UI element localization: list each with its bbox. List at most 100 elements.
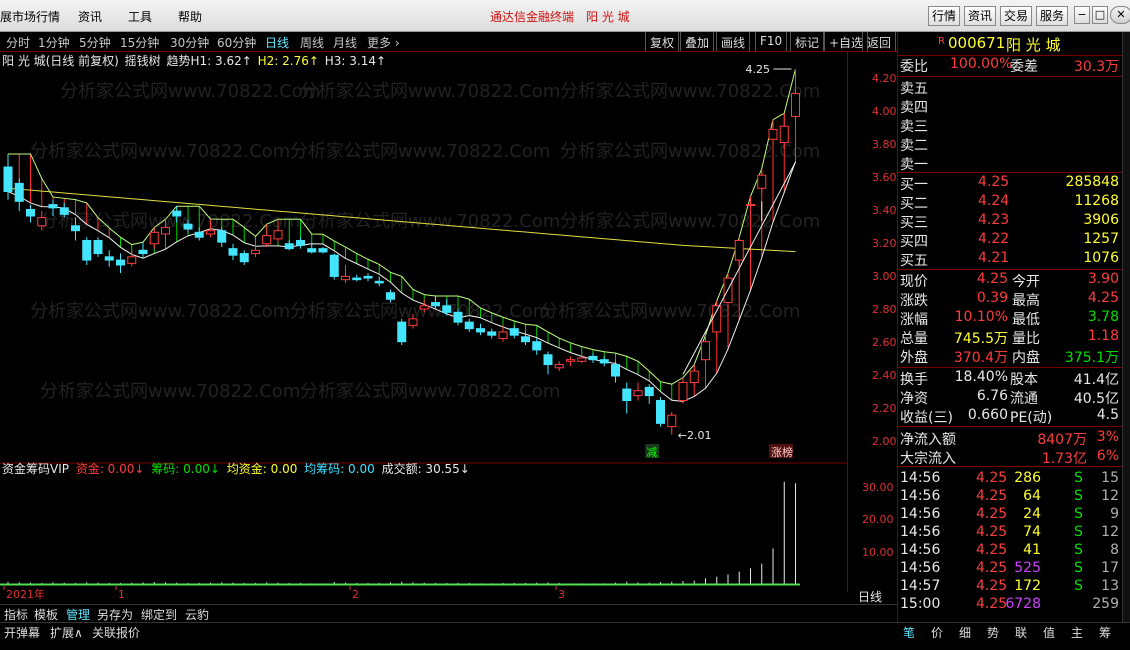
bid-row[interactable]: 买二 4.24 11268 — [898, 193, 1123, 212]
tick-time: 14:56 — [900, 470, 941, 486]
quote-label: 涨跌 — [900, 293, 928, 309]
period-tab-60min[interactable]: 60分钟 — [217, 34, 256, 51]
minimize-button[interactable]: − — [1074, 6, 1090, 24]
period-tab-1min[interactable]: 1分钟 — [38, 34, 70, 51]
finance-row[interactable]: 收益(三) 0.660 PE(动) 4.5 — [898, 407, 1123, 426]
tab-template[interactable]: 模板 — [34, 606, 58, 623]
panel-scrollbar[interactable] — [1122, 32, 1130, 622]
period-tab-more[interactable]: 更多 › — [367, 34, 400, 51]
tab-bind-to[interactable]: 绑定到 — [141, 606, 177, 623]
watermark-text: 分析家公式网www.70822.Com — [560, 81, 820, 102]
side-tab-zhi[interactable]: 值 — [1043, 624, 1055, 641]
y-tick: 2.20 — [872, 402, 897, 415]
bid-row[interactable]: 买一 4.25 285848 — [898, 174, 1123, 193]
tick-row[interactable]: 14:56 4.25 24 S 9 — [898, 506, 1123, 525]
tick-side: S — [1074, 542, 1083, 558]
period-tab-15min[interactable]: 15分钟 — [120, 34, 159, 51]
ask-row[interactable]: 卖五 — [898, 78, 1123, 97]
quote-row[interactable]: 涨跌 0.39 最高 4.25 — [898, 290, 1123, 309]
side-tab-zhu[interactable]: 主 — [1071, 624, 1083, 641]
related-quote-button[interactable]: 关联报价 — [92, 624, 140, 641]
tick-row[interactable]: 14:56 4.25 41 S 8 — [898, 542, 1123, 561]
overlay-button[interactable]: 叠加 — [680, 32, 715, 51]
side-tab-chou[interactable]: 筹 — [1099, 624, 1111, 641]
bid-price: 4.22 — [978, 231, 1010, 247]
close-button[interactable]: ✕ — [1110, 6, 1130, 24]
ask-row[interactable]: 卖三 — [898, 116, 1123, 135]
service-button[interactable]: 服务 — [1036, 6, 1069, 26]
period-tab-30min[interactable]: 30分钟 — [170, 34, 209, 51]
tick-row[interactable]: 14:57 4.25 172 S 13 — [898, 578, 1123, 597]
tick-row[interactable]: 15:00 4.25 6728 259 — [898, 596, 1123, 615]
bid-volume: 11268 — [1074, 193, 1119, 209]
ask-row[interactable]: 卖四 — [898, 97, 1123, 116]
tick-row[interactable]: 14:56 4.25 525 S 17 — [898, 560, 1123, 579]
tick-price: 4.25 — [976, 470, 1008, 486]
trade-button[interactable]: 交易 — [1000, 6, 1033, 26]
tick-row[interactable]: 14:56 4.25 286 S 15 — [898, 470, 1123, 489]
side-tab-shi[interactable]: 势 — [987, 624, 999, 641]
draw-line-button[interactable]: 画线 — [716, 32, 751, 51]
tick-row[interactable]: 14:56 4.25 74 S 12 — [898, 524, 1123, 543]
ask-label: 卖一 — [900, 157, 928, 173]
mark-button[interactable]: 标记 — [790, 32, 825, 51]
candle-body — [689, 370, 699, 384]
axis-footer-daily[interactable]: 日线 — [858, 588, 882, 605]
tick-count: 12 — [1101, 488, 1119, 504]
back-button[interactable]: 返回 — [862, 32, 897, 51]
flow-percent: 3% — [1096, 429, 1119, 445]
volume-chart[interactable]: 2021年 1 2 3 — [0, 462, 847, 601]
side-tab-xi[interactable]: 细 — [959, 624, 971, 641]
tick-time: 14:57 — [900, 578, 941, 594]
danmu-toggle[interactable]: 开弹幕 — [4, 624, 40, 641]
candle-body — [532, 341, 542, 351]
f10-button[interactable]: F10 — [755, 32, 788, 51]
period-tab-fenshi[interactable]: 分时 — [6, 34, 30, 51]
maximize-button[interactable]: □ — [1092, 6, 1108, 24]
tab-save-as[interactable]: 另存为 — [97, 606, 133, 623]
side-tab-lian[interactable]: 联 — [1015, 624, 1027, 641]
kline-chart[interactable]: 分析家公式网www.70822.Com分析家公式网www.70822.Com 分析… — [0, 52, 847, 460]
period-tab-monthly[interactable]: 月线 — [333, 34, 357, 51]
quote-row[interactable]: 现价 4.25 今开 3.90 — [898, 271, 1123, 290]
finance-value: 40.5亿 — [1073, 391, 1119, 407]
tab-yunbao[interactable]: 云豹 — [185, 606, 209, 623]
tab-manage[interactable]: 管理 — [66, 606, 90, 623]
side-tab-bi[interactable]: 笔 — [903, 624, 915, 641]
bid-row[interactable]: 买三 4.23 3906 — [898, 212, 1123, 231]
menu-help[interactable]: 帮助 — [178, 8, 202, 25]
candle-body — [82, 239, 92, 261]
flow-row[interactable]: 净流入额 8407万 3% — [898, 429, 1123, 448]
bid-row[interactable]: 买五 4.21 1076 — [898, 250, 1123, 269]
price-axis: 4.20 4.00 3.80 3.60 3.40 3.20 3.00 2.80 … — [847, 52, 897, 620]
menu-news[interactable]: 资讯 — [78, 8, 102, 25]
candle-body — [228, 248, 238, 256]
zhangting-text: 涨榜 — [771, 445, 793, 459]
ask-row[interactable]: 卖二 — [898, 135, 1123, 154]
tab-indicator[interactable]: 指标 — [4, 606, 28, 623]
candle-body — [521, 336, 530, 343]
side-tab-jia[interactable]: 价 — [931, 624, 943, 641]
period-tab-5min[interactable]: 5分钟 — [79, 34, 111, 51]
quote-row[interactable]: 外盘 370.4万 内盘 375.1万 — [898, 347, 1123, 366]
tick-row[interactable]: 14:56 4.25 64 S 12 — [898, 488, 1123, 507]
bid-row[interactable]: 买四 4.22 1257 — [898, 231, 1123, 250]
menu-tools[interactable]: 工具 — [128, 8, 152, 25]
menu-market[interactable]: 展市场行情 — [0, 8, 60, 25]
flow-row[interactable]: 大宗流入 1.73亿 6% — [898, 448, 1123, 467]
quote-row[interactable]: 涨幅 10.10% 最低 3.78 — [898, 309, 1123, 328]
news-button[interactable]: 资讯 — [964, 6, 997, 26]
finance-row[interactable]: 换手 18.40% 股本 41.4亿 — [898, 369, 1123, 388]
period-tab-weekly[interactable]: 周线 — [300, 34, 324, 51]
finance-row[interactable]: 净资 6.76 流通 40.5亿 — [898, 388, 1123, 407]
watermark-text: 分析家公式网www.70822.Com — [60, 81, 320, 102]
candle-body — [757, 174, 767, 189]
expand-button[interactable]: 扩展∧ — [50, 624, 83, 641]
ask-row[interactable]: 卖一 — [898, 154, 1123, 173]
quote-button[interactable]: 行情 — [928, 6, 961, 26]
quote-row[interactable]: 总量 745.5万 量比 1.18 — [898, 328, 1123, 347]
fuquan-button[interactable]: 复权 — [645, 32, 680, 51]
indicator-tabs: 指标 模板 管理 另存为 绑定到 云豹 — [0, 604, 897, 622]
period-tab-daily[interactable]: 日线 — [265, 34, 289, 51]
chip-value: 筹码: 0.00↓ — [151, 462, 220, 476]
